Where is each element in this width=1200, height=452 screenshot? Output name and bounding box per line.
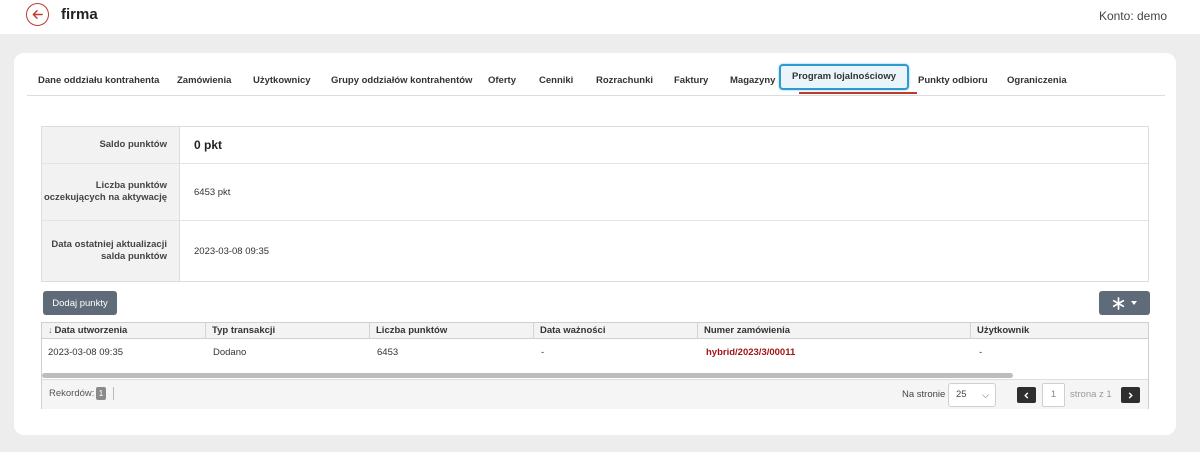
tab-faktury[interactable]: Faktury bbox=[674, 75, 708, 86]
tab-oferty[interactable]: Oferty bbox=[488, 75, 516, 86]
top-bar: firma Konto: demo bbox=[0, 0, 1200, 34]
column-header-created[interactable]: ↓ Data utworzenia bbox=[42, 323, 205, 339]
tab-rozrachunki[interactable]: Rozrachunki bbox=[596, 75, 653, 86]
cell-user: - bbox=[979, 347, 983, 358]
records-count-badge: 1 bbox=[96, 387, 106, 400]
tab-ograniczenia[interactable]: Ograniczenia bbox=[1007, 75, 1067, 86]
tab-bar: Dane oddziału kontrahenta Zamówienia Uży… bbox=[27, 63, 1165, 96]
summary-row-last-update: Data ostatniej aktualizacji salda punktó… bbox=[42, 221, 1148, 281]
sort-down-icon: ↓ bbox=[48, 325, 53, 335]
last-update-value: 2023-03-08 09:35 bbox=[194, 245, 270, 257]
page-count-label: strona z 1 bbox=[1070, 389, 1112, 400]
order-number-link[interactable]: hybrid/2023/3/00011 bbox=[700, 340, 795, 365]
asterisk-icon bbox=[1112, 296, 1125, 310]
points-summary: Saldo punktów 0 pkt Liczba punktów oczek… bbox=[41, 126, 1149, 282]
tab-dane-oddzialu[interactable]: Dane oddziału kontrahenta bbox=[38, 75, 159, 86]
column-header-expiry[interactable]: Data ważności bbox=[533, 323, 697, 339]
summary-row-pending: Liczba punktów oczekujących na aktywację… bbox=[42, 164, 1148, 221]
prev-page-button[interactable] bbox=[1017, 387, 1036, 403]
tab-magazyny[interactable]: Magazyny bbox=[730, 75, 775, 86]
account-label[interactable]: Konto: demo bbox=[1099, 9, 1167, 23]
records-label: Rekordów: bbox=[49, 388, 95, 399]
summary-row-balance: Saldo punktów 0 pkt bbox=[42, 127, 1148, 164]
tab-cenniki[interactable]: Cenniki bbox=[539, 75, 573, 86]
column-header-user[interactable]: Użytkownik bbox=[970, 323, 1148, 339]
caret-down-icon bbox=[1131, 301, 1137, 305]
tab-punkty-odbioru[interactable]: Punkty odbioru bbox=[918, 75, 988, 86]
cell-created: 2023-03-08 09:35 bbox=[48, 347, 124, 358]
column-header-type[interactable]: Typ transakcji bbox=[205, 323, 369, 339]
add-points-button[interactable]: Dodaj punkty bbox=[43, 291, 117, 315]
grid-footer: Rekordów: 1 Na stronie 25 ⌵ 1 strona z 1 bbox=[42, 379, 1148, 409]
grid-header: ↓ Data utworzenia Typ transakcji Liczba p… bbox=[42, 323, 1148, 339]
back-arrow-icon[interactable] bbox=[26, 3, 49, 26]
active-tab-underline bbox=[799, 92, 917, 94]
divider bbox=[113, 387, 114, 400]
tools-dropdown-button[interactable] bbox=[1099, 291, 1150, 315]
tab-grupy-oddzialow[interactable]: Grupy oddziałów kontrahentów bbox=[331, 75, 472, 86]
horizontal-scrollbar[interactable] bbox=[42, 373, 1013, 378]
per-page-label: Na stronie bbox=[902, 389, 946, 400]
chevron-right-icon bbox=[1128, 391, 1133, 399]
pending-points-value: 6453 pkt bbox=[194, 186, 231, 198]
column-header-points[interactable]: Liczba punktów bbox=[369, 323, 533, 339]
tab-uzytkownicy[interactable]: Użytkownicy bbox=[253, 75, 311, 86]
next-page-button[interactable] bbox=[1121, 387, 1140, 403]
cell-points: 6453 bbox=[377, 347, 399, 358]
summary-label: Saldo punktów bbox=[42, 127, 180, 163]
summary-label: Data ostatniej aktualizacji salda punktó… bbox=[42, 221, 180, 281]
page-number-input[interactable]: 1 bbox=[1042, 383, 1065, 407]
column-header-order[interactable]: Numer zamówienia bbox=[697, 323, 970, 339]
cell-expiry: - bbox=[541, 347, 545, 358]
tab-program-lojalnosciowy[interactable]: Program lojalnościowy bbox=[779, 64, 909, 90]
per-page-select[interactable]: 25 ⌵ bbox=[948, 383, 996, 407]
tab-zamowienia[interactable]: Zamówienia bbox=[177, 75, 231, 86]
cell-type: Dodano bbox=[213, 347, 247, 358]
summary-label: Liczba punktów oczekujących na aktywację bbox=[42, 164, 180, 220]
chevron-down-icon: ⌵ bbox=[982, 390, 989, 400]
page-title: firma bbox=[61, 6, 98, 23]
transactions-grid: ↓ Data utworzenia Typ transakcji Liczba p… bbox=[41, 322, 1149, 409]
points-balance-value: 0 pkt bbox=[194, 138, 223, 152]
content-card: Dane oddziału kontrahenta Zamówienia Uży… bbox=[14, 53, 1176, 435]
chevron-left-icon bbox=[1024, 391, 1029, 399]
table-row[interactable]: 2023-03-08 09:35 Dodano 6453 - hybrid/20… bbox=[42, 340, 1148, 365]
